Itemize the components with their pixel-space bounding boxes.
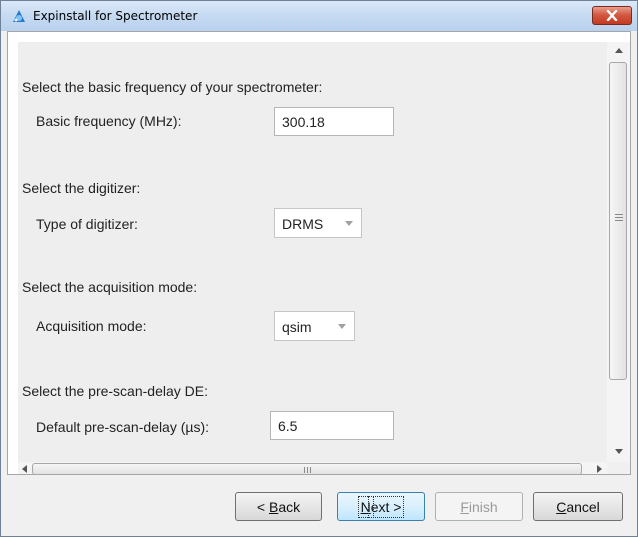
chevron-down-icon xyxy=(338,324,346,329)
acquisition-value: qsim xyxy=(282,319,312,335)
frequency-input[interactable]: 300.18 xyxy=(274,107,394,136)
scroll-pane: Select the basic frequency of your spect… xyxy=(7,31,631,475)
scroll-corner xyxy=(607,462,630,474)
finish-button[interactable]: Finish xyxy=(435,492,523,521)
chevron-down-icon xyxy=(345,221,353,226)
wizard-window: Expinstall for Spectrometer Select the b… xyxy=(0,0,638,537)
close-button[interactable] xyxy=(592,6,632,25)
digitizer-dropdown[interactable]: DRMS xyxy=(274,208,362,238)
delay-section-label: Select the pre-scan-delay DE: xyxy=(22,383,208,399)
frequency-label: Basic frequency (MHz): xyxy=(36,113,182,129)
close-icon xyxy=(606,10,618,21)
down-arrow-icon[interactable] xyxy=(615,449,623,455)
vertical-scrollbar[interactable] xyxy=(607,42,630,462)
back-label: < Back xyxy=(256,498,301,515)
acquisition-dropdown[interactable]: qsim xyxy=(274,311,355,341)
cancel-button[interactable]: Cancel xyxy=(533,492,623,521)
acquisition-label: Acquisition mode: xyxy=(36,318,147,334)
left-arrow-icon[interactable] xyxy=(21,465,27,473)
up-arrow-icon[interactable] xyxy=(615,47,623,53)
horizontal-scrollbar[interactable] xyxy=(18,462,607,474)
right-arrow-icon[interactable] xyxy=(597,465,603,473)
vertical-scroll-thumb[interactable] xyxy=(609,62,627,380)
delay-label: Default pre-scan-delay (µs): xyxy=(36,419,210,435)
delay-input[interactable]: 6.5 xyxy=(270,411,394,440)
title-bar[interactable]: Expinstall for Spectrometer xyxy=(1,1,637,31)
frequency-section-label: Select the basic frequency of your spect… xyxy=(22,79,323,95)
next-button[interactable]: Next > xyxy=(337,492,425,521)
back-button[interactable]: < Back xyxy=(235,492,322,521)
window-title: Expinstall for Spectrometer xyxy=(33,9,198,23)
finish-label: Finish xyxy=(460,498,498,515)
digitizer-label: Type of digitizer: xyxy=(36,216,138,232)
next-label: Next > xyxy=(357,495,405,518)
digitizer-section-label: Select the digitizer: xyxy=(22,180,141,196)
digitizer-value: DRMS xyxy=(282,216,324,232)
cancel-label: Cancel xyxy=(556,498,600,515)
horizontal-scroll-thumb[interactable] xyxy=(32,463,582,474)
app-icon xyxy=(11,8,27,24)
acquisition-section-label: Select the acquisition mode: xyxy=(22,279,198,295)
